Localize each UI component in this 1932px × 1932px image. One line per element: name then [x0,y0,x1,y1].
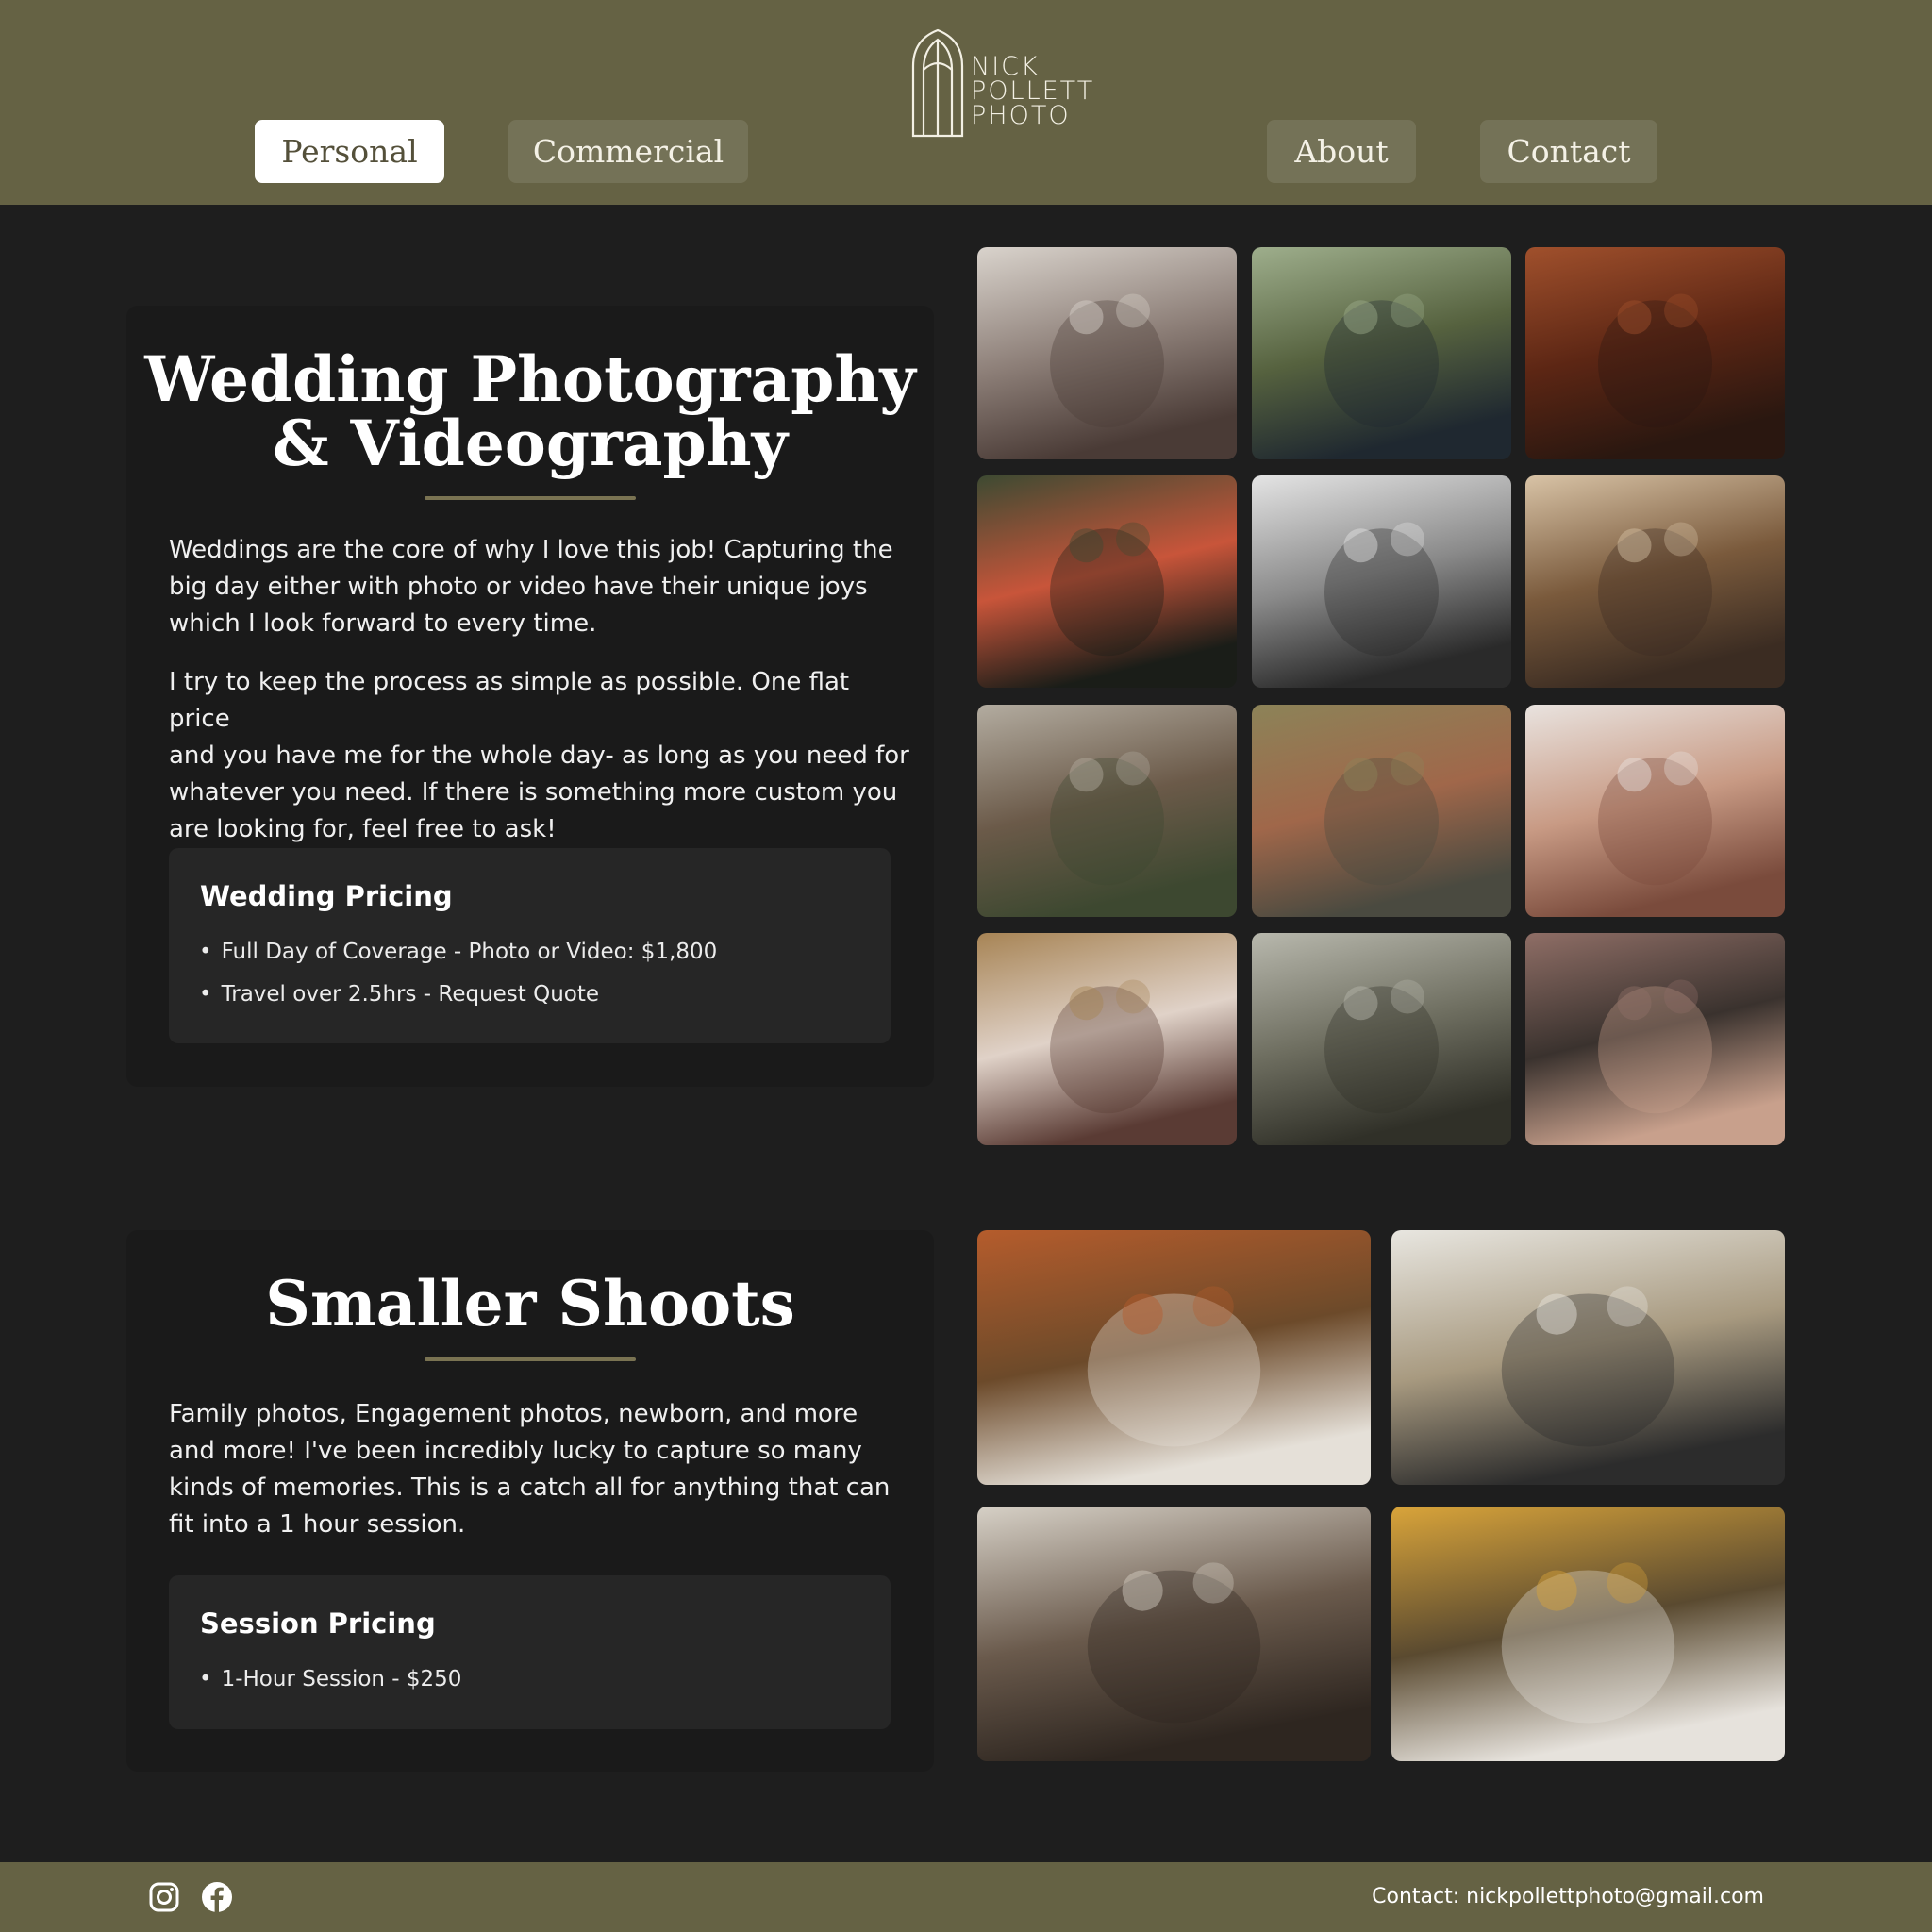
couple-by-river-photo[interactable] [1252,247,1511,459]
footer-contact-email[interactable]: Contact: nickpollettphoto@gmail.com [1372,1885,1764,1908]
text-line: big day either with photo or video have … [169,573,868,601]
text-line: Family photos, Engagement photos, newbor… [169,1400,858,1428]
group-at-castle-photo[interactable] [977,705,1237,917]
couple-embrace-bridge-photo[interactable] [1252,933,1511,1145]
wedding-title-line: & Videography [272,407,788,480]
pricing-item: • 1-Hour Session - $250 [199,1667,461,1691]
reception-hall-photo[interactable] [1525,247,1785,459]
bullet-icon: • [199,982,212,1007]
wedding-section-card: Wedding Photography & Videography Weddin… [126,306,934,1087]
title-underline [425,1357,636,1361]
pricing-item: • Travel over 2.5hrs - Request Quote [199,982,599,1007]
pricing-item-text: Full Day of Coverage - Photo or Video: $… [221,940,718,964]
groom-black-white-photo[interactable] [1252,475,1511,688]
pricing-item: • Full Day of Coverage - Photo or Video: … [199,940,717,964]
text-line: Weddings are the core of why I love this… [169,536,893,564]
piggyback-path-photo[interactable] [1252,705,1511,917]
family-autumn-photo[interactable] [977,1230,1371,1485]
nav-contact-button[interactable]: Contact [1480,120,1657,183]
bullet-icon: • [199,1667,212,1691]
logo-line: PHOTO [971,101,1071,130]
couple-kiss-closeup-photo[interactable] [1525,705,1785,917]
nav-about-button[interactable]: About [1267,120,1416,183]
pricing-item-text: 1-Hour Session - $250 [221,1667,462,1691]
title-underline [425,496,636,500]
smaller-shoots-card: Smaller Shoots Family photos, Engagement… [126,1230,934,1772]
wedding-pricing-box: Wedding Pricing • Full Day of Coverage - … [169,848,891,1043]
session-pricing-title: Session Pricing [200,1607,436,1640]
site-header: Personal Commercial NICK POLLETT PHOTO A… [0,0,1932,205]
text-line: whatever you need. If there is something… [169,778,898,807]
text-line: fit into a 1 hour session. [169,1510,466,1539]
text-line: and you have me for the whole day- as lo… [169,741,909,770]
bridesmaids-on-bed-photo[interactable] [977,247,1237,459]
bride-with-friend-photo[interactable] [977,933,1237,1145]
smaller-shoots-paragraph: Family photos, Engagement photos, newbor… [169,1396,905,1543]
family-walk-snow-photo[interactable] [1391,1230,1785,1485]
nav-commercial-button[interactable]: Commercial [508,120,748,183]
wedding-paragraph-2: I try to keep the process as simple as p… [169,664,914,848]
family-on-bed-photo[interactable] [977,1507,1371,1761]
facebook-icon[interactable] [201,1881,233,1913]
session-pricing-box: Session Pricing • 1-Hour Session - $250 [169,1575,891,1729]
text-line: and more! I've been incredibly lucky to … [169,1437,862,1465]
bullet-icon: • [199,940,212,964]
text-line: kinds of memories. This is a catch all f… [169,1474,891,1502]
nav-personal-button[interactable]: Personal [255,120,444,183]
instagram-icon[interactable] [148,1881,180,1913]
smaller-shoots-title: Smaller Shoots [265,1267,795,1341]
sparkler-exit-photo[interactable] [977,475,1237,688]
wedding-pricing-title: Wedding Pricing [200,880,453,912]
logo-wordmark: NICK POLLETT PHOTO [971,54,1094,130]
text-line: which I look forward to every time. [169,609,597,638]
text-line: I try to keep the process as simple as p… [169,668,850,733]
dad-with-toddler-photo[interactable] [1391,1507,1785,1761]
text-line: are looking for, feel free to ask! [169,815,557,843]
pricing-item-text: Travel over 2.5hrs - Request Quote [221,982,600,1007]
site-footer: Contact: nickpollettphoto@gmail.com [0,1862,1932,1932]
couple-cuddle-portrait-photo[interactable] [1525,933,1785,1145]
wedding-title: Wedding Photography & Videography [126,347,934,475]
arch-window-icon [911,28,964,138]
wedding-paragraph-1: Weddings are the core of why I love this… [169,532,905,642]
site-logo[interactable]: NICK POLLETT PHOTO [910,28,1099,140]
church-ceremony-photo[interactable] [1525,475,1785,688]
wedding-title-line: Wedding Photography [144,342,916,416]
